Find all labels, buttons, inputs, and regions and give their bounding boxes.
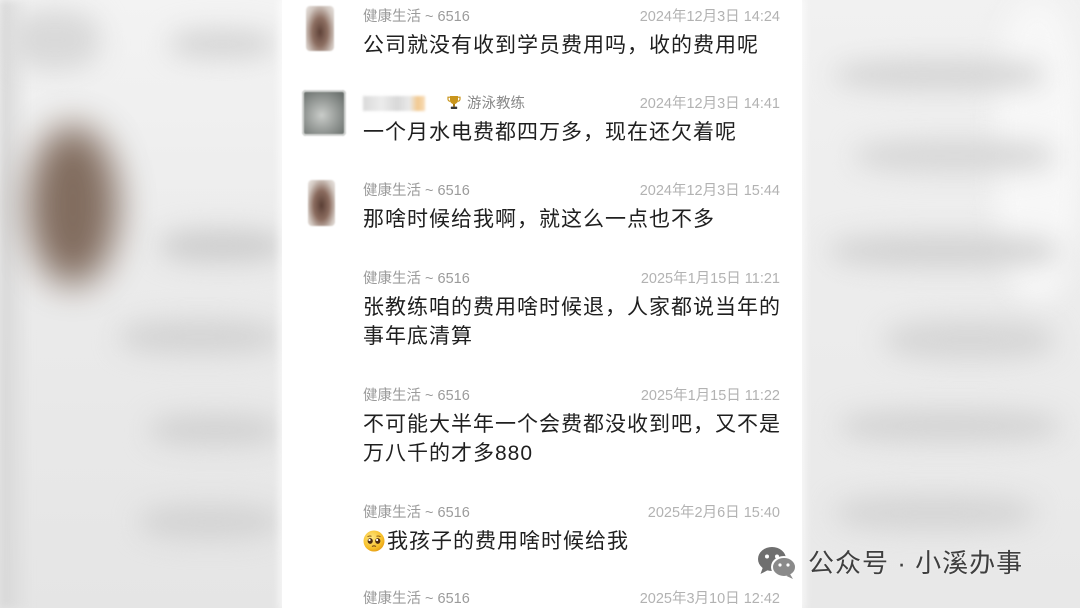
chat-message: 健康生活 ~ 6516 2025年3月10日 12:42: [282, 590, 802, 608]
pleading-face-icon: [363, 530, 385, 552]
message-header: 健康生活 ~ 6516 2025年2月6日 15:40: [282, 503, 802, 523]
blur-shape: [28, 125, 118, 285]
chat-message: 游泳教练 2024年12月3日 14:41 一个月水电费都四万多，现在还欠着呢: [282, 90, 802, 147]
message-line: 张教练咱的费用啥时候退，人家都说当年的: [363, 296, 781, 319]
message-header: 健康生活 ~ 6516 2024年12月3日 15:44: [282, 181, 802, 201]
sender-name: 健康生活 ~ 6516: [363, 271, 470, 287]
blur-shape: [835, 60, 1045, 90]
chat-panel: 健康生活 ~ 6516 2024年12月3日 14:24 公司就没有收到学员费用…: [282, 0, 802, 608]
blur-shape: [170, 30, 275, 58]
message-line: 一个月水电费都四万多，现在还欠着呢: [363, 121, 737, 144]
obscured-sender-name: [363, 96, 425, 112]
message-line: 不可能大半年一个会费都没收到吧，又不是: [363, 413, 781, 436]
blur-shape: [10, 10, 100, 70]
chat-message: 健康生活 ~ 6516 2025年2月6日 15:40 我孩子的费用啥时候给我: [282, 503, 802, 556]
message-line: 事年底清算: [363, 325, 473, 348]
blur-shape: [160, 230, 285, 262]
member-title-badge: 游泳教练: [467, 96, 525, 112]
chat-message: 健康生活 ~ 6516 2024年12月3日 14:24 公司就没有收到学员费用…: [282, 6, 802, 60]
message-text: 张教练咱的费用啥时候退，人家都说当年的 事年底清算: [363, 293, 802, 351]
sender-name: 健康生活 ~ 6516: [363, 183, 470, 199]
watermark-text: 公众号 · 小溪办事: [808, 548, 1024, 578]
message-time: 2025年2月6日 15:40: [647, 505, 780, 521]
sender-name: 健康生活 ~ 6516: [363, 9, 470, 25]
message-header: 健康生活 ~ 6516 2024年12月3日 14:24: [282, 7, 802, 27]
blur-shape: [120, 320, 280, 354]
blur-shape: [140, 505, 280, 539]
blur-shape: [835, 495, 1035, 531]
sender-name: 健康生活 ~ 6516: [363, 591, 470, 607]
message-time: 2024年12月3日 14:41: [639, 96, 780, 112]
message-text: 不可能大半年一个会费都没收到吧，又不是 万八千的才多880: [363, 410, 802, 468]
message-time: 2025年1月15日 11:22: [640, 388, 780, 404]
sender-name: 健康生活 ~ 6516: [363, 505, 470, 521]
blurred-background-left: [0, 0, 290, 608]
message-line: 万八千的才多880: [363, 442, 534, 465]
blur-shape: [885, 320, 1055, 360]
blur-shape: [150, 415, 280, 445]
blur-shape: [855, 140, 1055, 172]
message-header: 健康生活 ~ 6516 2025年3月10日 12:42: [282, 590, 802, 608]
message-text: 我孩子的费用啥时候给我: [363, 527, 802, 556]
message-line: 公司就没有收到学员费用吗，收的费用呢: [363, 34, 759, 57]
chat-message: 健康生活 ~ 6516 2025年1月15日 11:21 张教练咱的费用啥时候退…: [282, 269, 802, 351]
message-line: 我孩子的费用啥时候给我: [363, 527, 802, 556]
blur-shape: [0, 0, 30, 608]
message-time: 2025年1月15日 11:21: [640, 271, 780, 287]
blurred-background-right: [795, 0, 1080, 608]
message-header: 游泳教练 2024年12月3日 14:41: [282, 94, 802, 114]
blur-shape: [840, 410, 1060, 442]
wechat-icon: [757, 546, 797, 580]
blur-shape: [830, 235, 1060, 267]
message-text: 那啥时候给我啊，就这么一点也不多: [363, 205, 802, 234]
message-header: 健康生活 ~ 6516 2025年1月15日 11:22: [282, 386, 802, 406]
message-time: 2024年12月3日 14:24: [639, 9, 780, 25]
message-text: 一个月水电费都四万多，现在还欠着呢: [363, 118, 802, 147]
chat-message: 健康生活 ~ 6516 2025年1月15日 11:22 不可能大半年一个会费都…: [282, 386, 802, 468]
message-time: 2025年3月10日 12:42: [639, 591, 780, 607]
message-line: 那啥时候给我啊，就这么一点也不多: [363, 208, 715, 231]
message-text: 公司就没有收到学员费用吗，收的费用呢: [363, 31, 802, 60]
sender-name: 健康生活 ~ 6516: [363, 388, 470, 404]
message-time: 2024年12月3日 15:44: [639, 183, 780, 199]
trophy-icon: [447, 95, 461, 110]
message-line-text: 我孩子的费用啥时候给我: [387, 530, 629, 553]
chat-message: 健康生活 ~ 6516 2024年12月3日 15:44 那啥时候给我啊，就这么…: [282, 180, 802, 234]
message-header: 健康生活 ~ 6516 2025年1月15日 11:21: [282, 269, 802, 289]
